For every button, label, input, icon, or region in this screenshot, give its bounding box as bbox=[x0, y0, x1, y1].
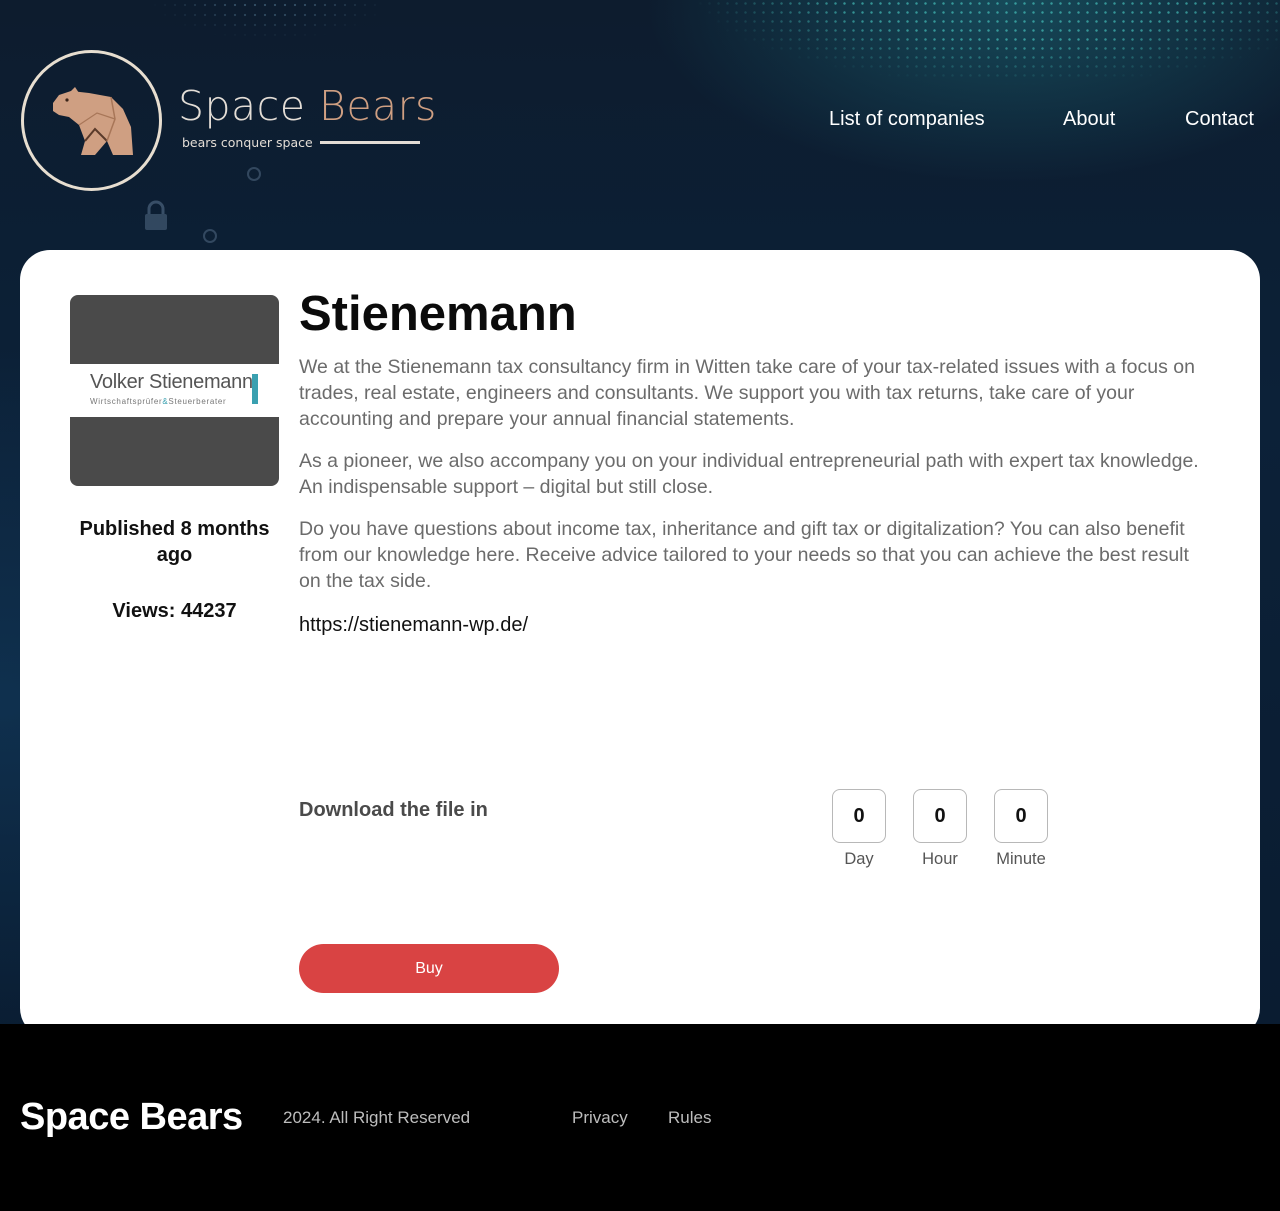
countdown-hour-value: 0 bbox=[913, 789, 967, 843]
site-header: Space Bears bears conquer space List of … bbox=[0, 0, 1280, 240]
brand-name-part2: Bears bbox=[318, 82, 437, 130]
company-logo-bar bbox=[252, 374, 258, 404]
company-logo: Volker Stienemann Wirtschaftsprüfer&Steu… bbox=[70, 295, 279, 486]
brand-tagline: bears conquer space bbox=[182, 135, 313, 150]
countdown-minute-label: Minute bbox=[996, 850, 1046, 868]
nav-link-list-of-companies[interactable]: List of companies bbox=[829, 108, 985, 131]
description-paragraph: We at the Stienemann tax consultancy fir… bbox=[299, 356, 1195, 430]
bear-logo[interactable] bbox=[21, 50, 162, 191]
footer-copyright: 2024. All Right Reserved bbox=[283, 1108, 471, 1127]
footer-link-privacy[interactable]: Privacy bbox=[572, 1108, 628, 1128]
company-card: Volker Stienemann Wirtschaftsprüfer&Steu… bbox=[20, 250, 1260, 1038]
page-title: Stienemann bbox=[299, 287, 577, 341]
company-logo-subtitle: Wirtschaftsprüfer&Steuerberater bbox=[90, 397, 227, 406]
footer-link-rules[interactable]: Rules bbox=[668, 1108, 711, 1128]
published-date: Published 8 months ago bbox=[79, 518, 270, 566]
brand-name-part1: Space bbox=[178, 82, 319, 130]
company-logo-name: Volker Stienemann bbox=[90, 371, 253, 393]
tagline-divider bbox=[320, 141, 420, 144]
countdown-hour-label: Hour bbox=[922, 850, 958, 868]
download-label: Download the file in bbox=[299, 799, 488, 821]
countdown-day-value: 0 bbox=[832, 789, 886, 843]
footer-brand: Space Bears bbox=[20, 1096, 243, 1138]
countdown-day-label: Day bbox=[844, 850, 874, 868]
description-paragraph: Do you have questions about income tax, … bbox=[299, 518, 1189, 592]
website-link[interactable]: https://stienemann-wp.de/ bbox=[299, 614, 528, 637]
company-logo-band: Volker Stienemann Wirtschaftsprüfer&Steu… bbox=[70, 364, 279, 417]
brand-name[interactable]: Space Bears bbox=[178, 82, 437, 130]
site-footer: Space Bears 2024. All Right Reserved Pri… bbox=[0, 1024, 1280, 1211]
nav-link-contact[interactable]: Contact bbox=[1185, 108, 1254, 131]
countdown-minute-value: 0 bbox=[994, 789, 1048, 843]
description-paragraph: As a pioneer, we also accompany you on y… bbox=[299, 450, 1199, 498]
views-count: Views: 44237 bbox=[112, 600, 237, 622]
nav-link-about[interactable]: About bbox=[1063, 108, 1115, 131]
bear-icon bbox=[53, 87, 133, 155]
buy-button[interactable]: Buy bbox=[299, 944, 559, 993]
